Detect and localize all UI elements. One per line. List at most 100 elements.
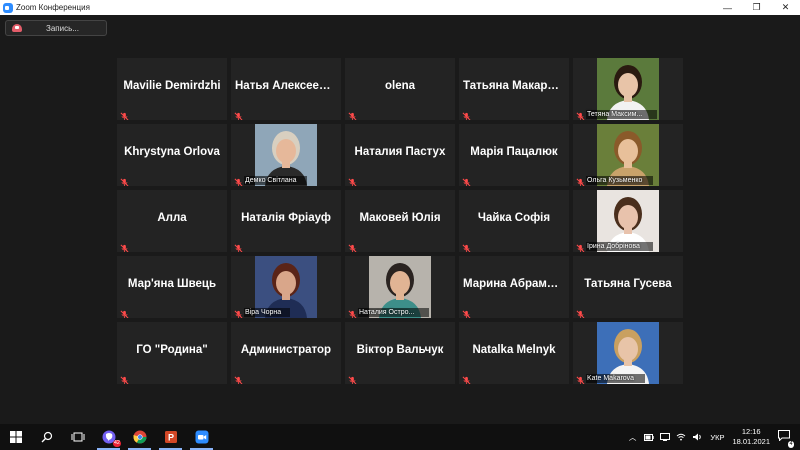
muted-mic-icon — [348, 306, 357, 315]
participant-tile[interactable]: Чайка Софія — [459, 190, 569, 252]
windows-start-icon[interactable] — [0, 424, 31, 450]
muted-mic-icon — [120, 174, 129, 183]
muted-mic-icon — [576, 240, 585, 249]
notifications-icon[interactable]: 4 — [778, 428, 790, 446]
muted-mic-icon — [576, 306, 585, 315]
participant-name: Чайка Софія — [459, 212, 569, 224]
zoom-logo-icon — [3, 3, 13, 13]
muted-mic-icon — [348, 372, 357, 381]
viber-icon[interactable]: 42 — [93, 424, 124, 450]
task-view-icon[interactable] — [62, 424, 93, 450]
muted-mic-icon — [348, 240, 357, 249]
chrome-icon[interactable] — [124, 424, 155, 450]
participant-tile[interactable]: Мар'яна Швець — [117, 256, 227, 318]
chevron-up-icon[interactable]: ︿ — [629, 432, 637, 443]
participant-tile[interactable]: Mavilie Demirdzhi — [117, 58, 227, 120]
participant-name: Ольга Кузьменко — [587, 177, 642, 184]
viber-badge: 42 — [113, 440, 121, 447]
participant-grid: Mavilie Demirdzhi Натья Алексеенко olena Та… — [117, 58, 683, 383]
clock-date: 18.01.2021 — [732, 437, 770, 447]
participant-tile[interactable]: Демко Світлана — [231, 124, 341, 186]
participant-tile[interactable]: Марина Абрамова — [459, 256, 569, 318]
muted-mic-icon — [576, 174, 585, 183]
notifications-count: 4 — [788, 441, 794, 448]
muted-mic-icon — [120, 108, 129, 117]
battery-icon[interactable] — [644, 428, 654, 446]
participant-name: Мар'яна Швець — [117, 278, 227, 290]
powerpoint-icon[interactable]: P — [155, 424, 186, 450]
participant-name: olena — [345, 80, 455, 92]
muted-mic-icon — [462, 108, 471, 117]
volume-icon[interactable] — [692, 428, 702, 446]
participant-tile[interactable]: Натья Алексеенко — [231, 58, 341, 120]
participant-name: Натья Алексеенко — [231, 80, 341, 92]
muted-mic-icon — [120, 240, 129, 249]
participant-tile[interactable]: Администратор — [231, 322, 341, 384]
participant-tile[interactable]: Khrystyna Orlova — [117, 124, 227, 186]
participant-name: ГО "Родина" — [117, 344, 227, 356]
muted-mic-icon — [234, 174, 243, 183]
title-bar: Zoom Конференция — ❐ ✕ — [0, 0, 800, 15]
participant-name: Марія Пацалюк — [459, 146, 569, 158]
cloud-record-icon — [12, 24, 22, 32]
participant-name: Алла — [117, 212, 227, 224]
muted-mic-icon — [462, 372, 471, 381]
network-icon[interactable] — [660, 428, 670, 446]
muted-mic-icon — [234, 240, 243, 249]
clock[interactable]: 12:16 18.01.2021 — [732, 427, 770, 447]
muted-mic-icon — [576, 372, 585, 381]
participant-tile[interactable]: Татьяна Макарова — [459, 58, 569, 120]
participant-tile[interactable]: Марія Пацалюк — [459, 124, 569, 186]
window-title: Zoom Конференция — [16, 3, 90, 12]
close-button[interactable]: ✕ — [771, 0, 800, 15]
participant-tile[interactable]: Тетяна Максим... — [573, 58, 683, 120]
gallery-view: Запись... Mavilie Demirdzhi Натья Алексее… — [0, 15, 800, 424]
participant-tile[interactable]: Маковей Юлія — [345, 190, 455, 252]
participant-name: Маковей Юлія — [345, 212, 455, 224]
system-tray: ︿ УКР 12:16 18.01.2021 4 — [629, 424, 800, 450]
participant-tile[interactable]: Наталія Фріауф — [231, 190, 341, 252]
participant-name: Khrystyna Orlova — [117, 146, 227, 158]
wifi-icon[interactable] — [676, 428, 686, 446]
participant-name: Kate Makarova — [587, 375, 634, 382]
participant-tile[interactable]: Віктор Вальчук — [345, 322, 455, 384]
participant-tile[interactable]: Наталия Остро... — [345, 256, 455, 318]
zoom-icon[interactable] — [186, 424, 217, 450]
recording-label: Запись... — [46, 24, 79, 33]
search-icon[interactable] — [31, 424, 62, 450]
participant-name: Марина Абрамова — [459, 278, 569, 290]
participant-tile[interactable]: Natalka Melnyk — [459, 322, 569, 384]
participant-tile[interactable]: olena — [345, 58, 455, 120]
svg-text:P: P — [167, 433, 173, 443]
participant-name: Natalka Melnyk — [459, 344, 569, 356]
participant-name: Демко Світлана — [245, 177, 297, 184]
participant-tile[interactable]: ГО "Родина" — [117, 322, 227, 384]
participant-tile[interactable]: Kate Makarova — [573, 322, 683, 384]
participant-name: Наталия Остро... — [359, 309, 414, 316]
muted-mic-icon — [576, 108, 585, 117]
muted-mic-icon — [120, 372, 129, 381]
participant-name: Віктор Вальчук — [345, 344, 455, 356]
participant-name: Віра Чорна — [245, 309, 281, 316]
clock-time: 12:16 — [732, 427, 770, 437]
recording-indicator[interactable]: Запись... — [5, 20, 107, 36]
minimize-button[interactable]: — — [713, 0, 742, 15]
muted-mic-icon — [348, 174, 357, 183]
muted-mic-icon — [120, 306, 129, 315]
windows-taskbar: 42 P ︿ УКР 12:16 — [0, 424, 800, 450]
participant-tile[interactable]: Наталия Пастух — [345, 124, 455, 186]
participant-name: Наталія Фріауф — [231, 212, 341, 224]
muted-mic-icon — [234, 108, 243, 117]
muted-mic-icon — [462, 174, 471, 183]
participant-name: Татьяна Макарова — [459, 80, 569, 92]
participant-tile[interactable]: Ольга Кузьменко — [573, 124, 683, 186]
input-language[interactable]: УКР — [710, 433, 724, 442]
participant-name: Ірина Добрінова — [587, 243, 640, 250]
participant-tile[interactable]: Віра Чорна — [231, 256, 341, 318]
maximize-button[interactable]: ❐ — [742, 0, 771, 15]
participant-name: Наталия Пастух — [345, 146, 455, 158]
participant-tile[interactable]: Алла — [117, 190, 227, 252]
participant-tile[interactable]: Татьяна Гусева — [573, 256, 683, 318]
participant-tile[interactable]: Ірина Добрінова — [573, 190, 683, 252]
window-controls: — ❐ ✕ — [713, 0, 800, 15]
